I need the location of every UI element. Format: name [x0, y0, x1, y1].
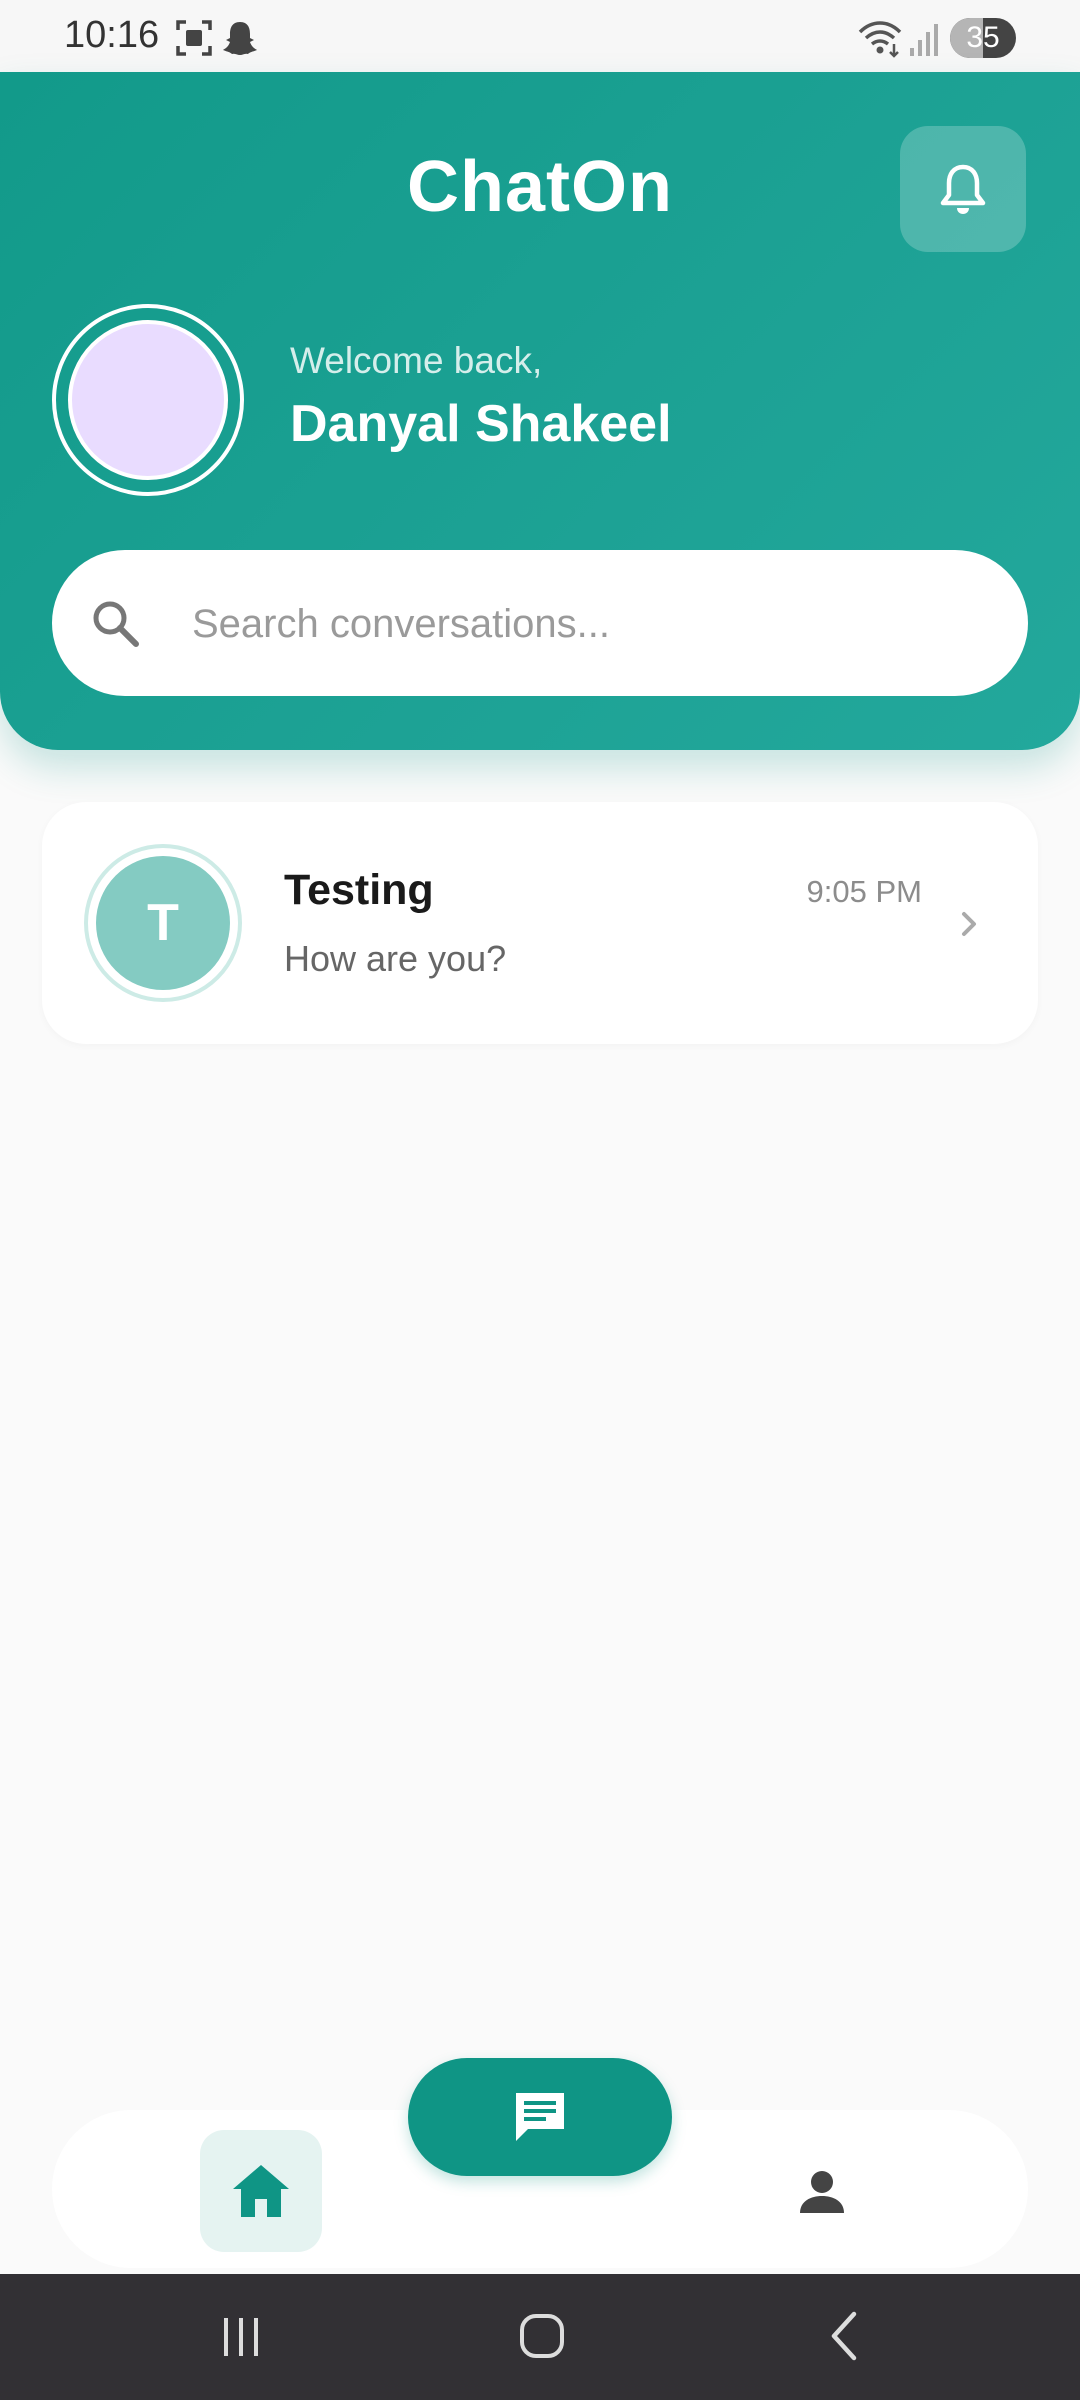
conversation-item[interactable]: T Testing 9:05 PM How are you?: [42, 802, 1038, 1044]
chat-icon: [516, 2093, 564, 2141]
conversation-avatar-initial: T: [96, 856, 230, 990]
wifi-icon: [858, 21, 902, 58]
search-bar[interactable]: [52, 550, 1028, 696]
status-bar: 10:16 35: [0, 0, 1080, 72]
notifications-button[interactable]: [900, 126, 1026, 252]
conversation-name: Testing: [284, 866, 434, 914]
home-icon: [233, 2165, 289, 2217]
header: ChatOn Welcome back, Danyal Shakeel: [0, 72, 1080, 750]
nav-profile-button[interactable]: [774, 2144, 870, 2240]
conversation-time: 9:05 PM: [806, 874, 922, 909]
username: Danyal Shakeel: [290, 395, 672, 453]
signal-icon: [910, 24, 938, 56]
conversation-avatar: T: [84, 844, 242, 1002]
back-icon[interactable]: [822, 2308, 868, 2364]
avatar: [68, 320, 228, 480]
welcome-text: Welcome back,: [290, 340, 543, 381]
user-avatar[interactable]: [52, 304, 244, 496]
home-button-icon[interactable]: [514, 2308, 570, 2364]
new-chat-button[interactable]: [408, 2058, 672, 2176]
nav-home-button[interactable]: [200, 2130, 322, 2252]
battery-level: 35: [966, 21, 1000, 54]
bell-icon: [940, 164, 986, 214]
system-navigation-bar: [0, 2274, 1080, 2400]
screenshot-icon: [176, 20, 212, 56]
battery-icon: 35: [950, 18, 1016, 58]
profile-icon: [800, 2171, 844, 2213]
conversation-last-message: How are you?: [284, 938, 507, 979]
status-time: 10:16: [64, 14, 160, 56]
recents-icon[interactable]: [218, 2308, 264, 2364]
search-icon: [93, 601, 139, 647]
chevron-right-icon: [962, 912, 976, 936]
search-input[interactable]: [190, 580, 994, 668]
snapchat-icon: [223, 22, 257, 55]
